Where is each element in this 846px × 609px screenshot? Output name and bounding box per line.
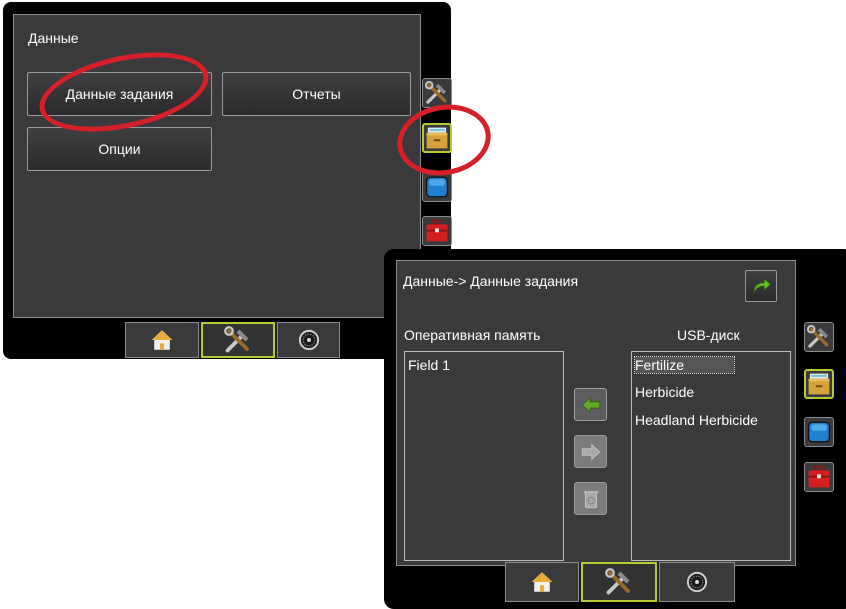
list-item[interactable]: Headland Herbicide bbox=[635, 412, 758, 428]
delete-button[interactable] bbox=[574, 482, 607, 515]
toolbox-icon bbox=[806, 464, 832, 490]
side-tab-toolbox[interactable] bbox=[422, 216, 452, 246]
data-drawer-icon bbox=[806, 371, 832, 397]
return-icon bbox=[749, 274, 773, 298]
options-button[interactable]: Опции bbox=[27, 127, 212, 171]
copy-to-internal-button[interactable] bbox=[574, 388, 607, 421]
usb-drive-label: USB-диск bbox=[677, 327, 740, 343]
nav-gauge[interactable] bbox=[277, 322, 340, 358]
tools-icon bbox=[604, 567, 634, 597]
list-item[interactable]: Field 1 bbox=[408, 357, 450, 373]
copy-to-usb-button[interactable] bbox=[574, 435, 607, 468]
display-icon bbox=[424, 174, 450, 200]
page-title: Данные bbox=[28, 30, 79, 46]
side-tab-display[interactable] bbox=[804, 417, 834, 447]
home-icon bbox=[529, 569, 555, 595]
nav-home[interactable] bbox=[505, 562, 579, 602]
usb-drive-list[interactable]: Fertilize Herbicide Headland Herbicide bbox=[631, 351, 791, 561]
arrow-right-icon bbox=[579, 440, 603, 464]
screen-job-data: Данные-> Данные задания Оперативная памя… bbox=[384, 249, 846, 609]
internal-memory-list[interactable]: Field 1 bbox=[404, 351, 564, 561]
toolbox-icon bbox=[424, 218, 450, 244]
content-panel: Данные-> Данные задания Оперативная памя… bbox=[396, 260, 796, 566]
side-tab-data[interactable] bbox=[804, 369, 834, 399]
gauge-icon bbox=[684, 569, 710, 595]
trash-icon bbox=[579, 487, 603, 511]
bottom-nav bbox=[125, 322, 340, 358]
internal-memory-label: Оперативная память bbox=[404, 327, 541, 343]
nav-tools[interactable] bbox=[201, 322, 275, 358]
nav-home[interactable] bbox=[125, 322, 199, 358]
nav-tools[interactable] bbox=[581, 562, 657, 602]
breadcrumb: Данные-> Данные задания bbox=[403, 273, 579, 289]
tools-icon bbox=[424, 80, 450, 106]
list-item-selected[interactable]: Fertilize bbox=[633, 356, 736, 374]
nav-gauge[interactable] bbox=[659, 562, 735, 602]
list-item[interactable]: Herbicide bbox=[635, 384, 694, 400]
tools-icon bbox=[806, 324, 832, 350]
home-icon bbox=[149, 327, 175, 353]
side-tab-display[interactable] bbox=[422, 172, 452, 202]
tools-icon bbox=[223, 325, 253, 355]
side-tab-toolbox[interactable] bbox=[804, 462, 834, 492]
arrow-left-icon bbox=[579, 393, 603, 417]
content-panel: Данные Данные задания Отчеты Опции bbox=[13, 14, 421, 318]
bottom-nav bbox=[505, 562, 735, 602]
side-tab-tools[interactable] bbox=[804, 322, 834, 352]
reports-button[interactable]: Отчеты bbox=[222, 72, 411, 116]
display-icon bbox=[806, 419, 832, 445]
return-button[interactable] bbox=[745, 270, 777, 302]
gauge-icon bbox=[296, 327, 322, 353]
